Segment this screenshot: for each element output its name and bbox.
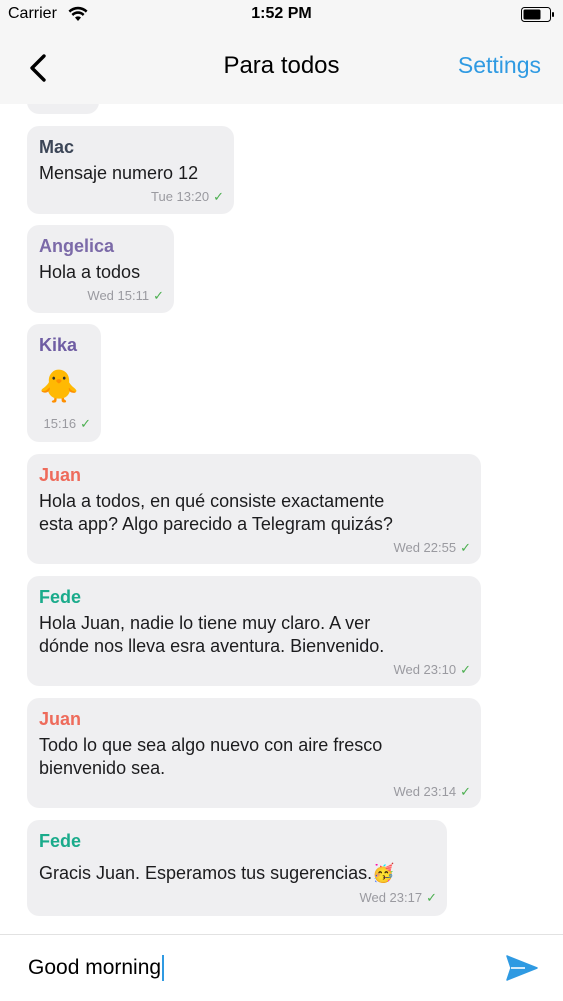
message-time: Wed 22:55 — [393, 540, 457, 555]
message-list[interactable]: Mac Mensaje numero 12 Tue 13:20 ✓ Angelic… — [0, 104, 563, 934]
check-icon: ✓ — [213, 189, 224, 204]
message-text: Mensaje numero 12 — [39, 163, 199, 183]
send-button[interactable] — [505, 953, 539, 983]
message-bubble[interactable]: Kika 🐥 15:16 ✓ — [27, 324, 101, 442]
message-text: Hola a todos — [39, 262, 141, 282]
message-time: Wed 15:11 — [87, 288, 150, 303]
message-sender: Juan — [39, 465, 82, 485]
message-text: Todo lo que sea algo nuevo con aire fres… — [39, 735, 383, 778]
message-meta: Wed 23:10 ✓ — [393, 662, 471, 678]
message-bubble[interactable]: Juan Todo lo que sea algo nuevo con aire… — [27, 698, 481, 808]
message-meta: Wed 15:11 ✓ — [87, 288, 164, 304]
message-bubble[interactable]: Fede Gracis Juan. Esperamos tus sugerenc… — [27, 820, 447, 916]
message-time: 15:16 — [43, 416, 77, 431]
message-sender: Fede — [39, 831, 82, 851]
message-meta: Tue 13:20 ✓ — [151, 189, 224, 205]
check-icon: ✓ — [460, 662, 471, 677]
message-text: Hola Juan, nadie lo tiene muy claro. A v… — [39, 613, 385, 656]
message-input[interactable]: Good morning — [28, 953, 478, 983]
message-bubble[interactable]: Juan Hola a todos, en qué consiste exact… — [27, 454, 481, 564]
message-sender: Angelica — [39, 236, 115, 256]
status-time: 1:52 PM — [251, 5, 312, 22]
check-icon: ✓ — [426, 890, 437, 905]
message-meta: Wed 23:17 ✓ — [359, 890, 437, 906]
message-emoji: 🐥 — [39, 368, 79, 404]
send-icon — [506, 955, 538, 981]
check-icon: ✓ — [80, 416, 91, 431]
message-meta: 15:16 ✓ — [44, 416, 91, 432]
message-meta: Wed 23:14 ✓ — [393, 784, 471, 800]
message-bubble-partial — [27, 104, 99, 114]
message-input-value: Good morning — [28, 956, 162, 979]
message-sender: Juan — [39, 709, 82, 729]
message-meta: Wed 22:55 ✓ — [393, 540, 471, 556]
text-caret — [162, 955, 165, 982]
battery-icon — [521, 7, 555, 22]
settings-button[interactable]: Settings — [458, 52, 541, 79]
check-icon: ✓ — [153, 288, 164, 303]
message-text: Hola a todos, en qué consiste exactament… — [39, 491, 393, 534]
message-bubble[interactable]: Fede Hola Juan, nadie lo tiene muy claro… — [27, 576, 481, 686]
message-bubble[interactable]: Mac Mensaje numero 12 Tue 13:20 ✓ — [27, 126, 234, 214]
message-sender: Fede — [39, 587, 82, 607]
message-time: Wed 23:14 — [393, 784, 457, 799]
navigation-bar: Para todos Settings — [0, 30, 563, 104]
message-bubble[interactable]: Angelica Hola a todos Wed 15:11 ✓ — [27, 225, 174, 313]
message-composer: Good morning — [0, 934, 563, 1001]
message-sender: Kika — [39, 335, 78, 355]
message-time: Tue 13:20 — [151, 189, 210, 204]
message-time: Wed 23:10 — [393, 662, 457, 677]
message-time: Wed 23:17 — [359, 890, 423, 905]
check-icon: ✓ — [460, 540, 471, 555]
message-text: Gracis Juan. Esperamos tus sugerencias.🥳 — [39, 863, 395, 883]
status-bar: Carrier 1:52 PM — [0, 0, 563, 30]
check-icon: ✓ — [460, 784, 471, 799]
message-sender: Mac — [39, 137, 75, 157]
